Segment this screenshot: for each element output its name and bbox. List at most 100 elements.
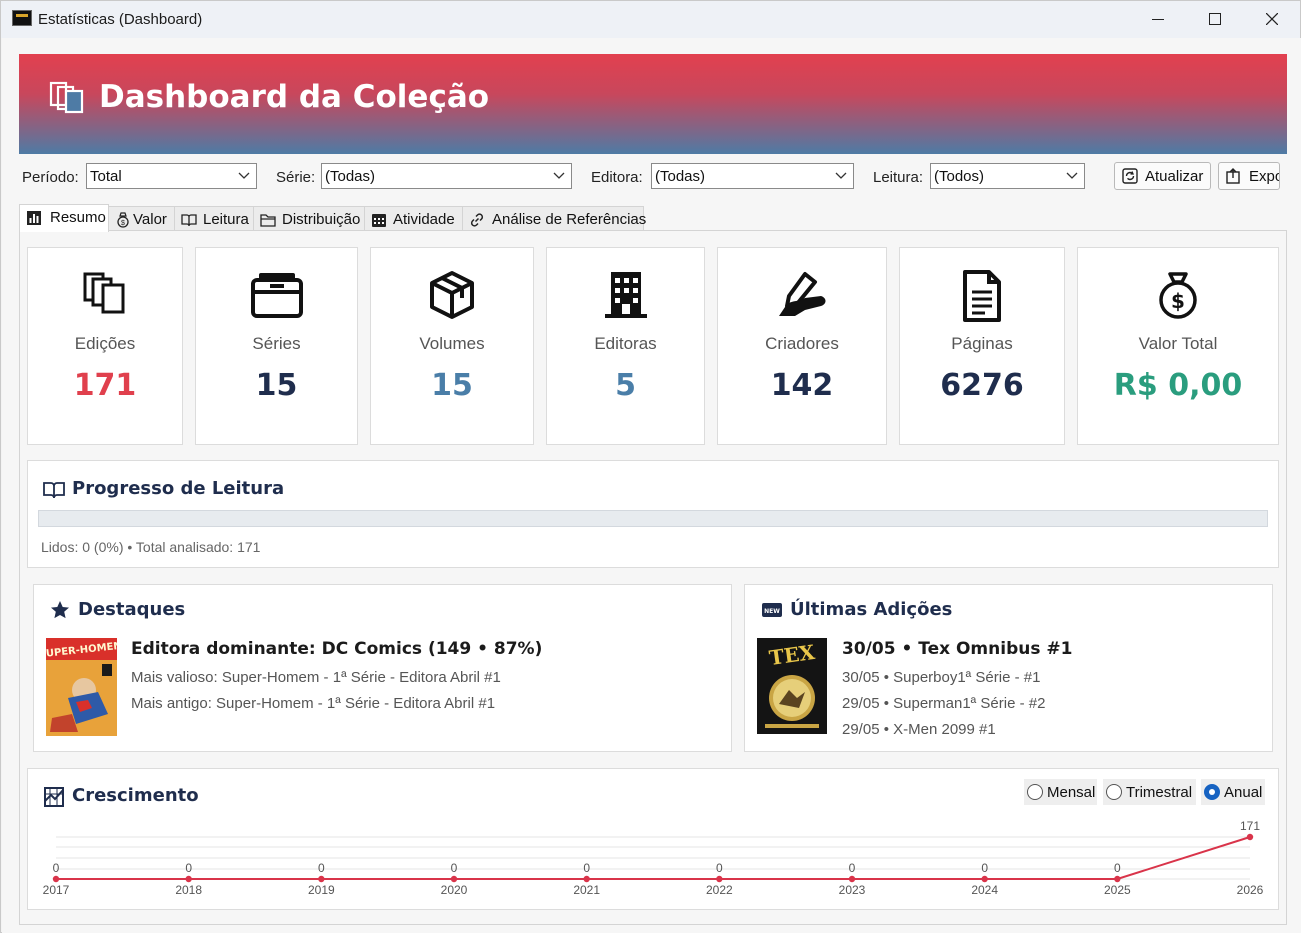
tex-cover-image: TEX <box>757 638 827 734</box>
chart-tick-label: 2017 <box>43 883 70 897</box>
chart-data-label: 0 <box>981 861 988 875</box>
stat-label: Edições <box>74 334 136 353</box>
link-icon <box>470 213 484 227</box>
chart-tick-label: 2020 <box>441 883 468 897</box>
reading-progress-card: Progresso de Leitura Lidos: 0 (0%) • Tot… <box>27 460 1279 568</box>
stat-card-paginas: Páginas 6276 <box>899 247 1065 445</box>
reading-progress-text: Lidos: 0 (0%) • Total analisado: 171 <box>41 539 261 555</box>
app-icon <box>12 10 32 26</box>
radio-label: Mensal <box>1047 784 1096 801</box>
stat-value: 171 <box>73 368 137 403</box>
money-bag-icon: $ <box>1159 272 1197 319</box>
stat-label: Páginas <box>951 334 1013 353</box>
pen-hand-icon <box>779 272 826 316</box>
highlight-line: Mais antigo: Super-Homem - 1ª Série - Ed… <box>131 695 496 712</box>
dashboard-banner: Dashboard da Coleção <box>19 54 1287 154</box>
publisher-label: Editora: <box>591 169 643 186</box>
period-select[interactable]: Total <box>86 163 257 189</box>
chart-point <box>981 875 988 883</box>
chart-point <box>450 875 458 883</box>
highlight-main-text: Editora dominante: DC Comics (149 • 87%) <box>131 639 543 659</box>
radio-trimestral[interactable]: Trimestral <box>1103 779 1196 805</box>
chart-point <box>848 875 856 883</box>
chart-tick-label: 2019 <box>308 883 335 897</box>
reading-label: Leitura: <box>873 169 924 186</box>
series-select[interactable]: (Todas) <box>321 163 572 189</box>
superhomem-cover-image: SUPER-HOMEM <box>46 638 117 736</box>
highlights-title: Destaques <box>78 599 186 620</box>
chart-data-label: 0 <box>1114 861 1121 875</box>
box-icon <box>430 271 474 319</box>
client-area: Dashboard da Coleção Período: Total Séri… <box>2 38 1301 933</box>
stat-value: R$ 0,00 <box>1113 368 1243 403</box>
stat-card-edicoes: Edições 171 <box>27 247 183 445</box>
period-label: Período: <box>22 169 79 186</box>
series-label: Série: <box>276 169 316 186</box>
folder-icon <box>260 214 276 227</box>
resumo-panel: Edições 171 Séries 15 Volumes 15 Editora… <box>19 230 1287 925</box>
highlights-card: Destaques SUPER-HOMEM Editora dominante:… <box>33 584 732 752</box>
close-button[interactable] <box>1243 1 1301 38</box>
stat-card-valor-total: $ Valor Total R$ 0,00 <box>1077 247 1279 445</box>
recent-additions-card: NEW Últimas Adições TEX 30/05 • Tex Omni… <box>744 584 1273 752</box>
tab-analise-referencias[interactable]: Análise de Referências <box>462 206 646 231</box>
new-badge-icon: NEW <box>762 603 782 617</box>
recent-item: 29/05 • X-Men 2099 #1 <box>842 721 996 738</box>
document-icon <box>963 270 1001 322</box>
chart-tick-label: 2021 <box>573 883 600 897</box>
reading-select[interactable]: (Todos) <box>930 163 1085 189</box>
stat-card-editoras: Editoras 5 <box>546 247 705 445</box>
stat-label: Séries <box>252 334 301 353</box>
tab-label: Resumo <box>50 209 106 226</box>
chart-tick-label: 2018 <box>175 883 202 897</box>
export-icon <box>1226 168 1240 184</box>
tab-label: Valor <box>133 211 167 228</box>
radio-anual[interactable]: Anual <box>1201 779 1265 805</box>
chart-point <box>185 875 192 883</box>
minimize-button[interactable] <box>1129 1 1187 38</box>
window-title: Estatísticas (Dashboard) <box>38 11 203 28</box>
chart-tick-label: 2024 <box>971 883 998 897</box>
chart-data-label: 0 <box>185 861 192 875</box>
series-value: (Todas) <box>325 168 376 185</box>
close-icon <box>1266 13 1278 25</box>
chart-point <box>716 875 723 883</box>
tab-resumo[interactable]: Resumo <box>19 204 109 232</box>
publisher-value: (Todas) <box>655 168 706 185</box>
chart-data-label: 0 <box>451 861 458 875</box>
reading-progress-title: Progresso de Leitura <box>72 478 285 499</box>
tab-label: Atividade <box>393 211 455 228</box>
stat-label: Valor Total <box>1138 334 1218 353</box>
highlight-line: Mais valioso: Super-Homem - 1ª Série - E… <box>131 669 501 686</box>
chevron-down-icon <box>835 172 847 179</box>
growth-chart-icon <box>44 787 64 807</box>
tab-distribuicao[interactable]: Distribuição <box>253 206 365 231</box>
tab-atividade[interactable]: Atividade <box>364 206 463 231</box>
period-value: Total <box>90 168 122 185</box>
book-icon <box>181 214 197 227</box>
chart-data-label: 0 <box>53 861 60 875</box>
tab-valor[interactable]: $ Valor <box>108 206 175 231</box>
tab-leitura[interactable]: Leitura <box>174 206 254 231</box>
publisher-select[interactable]: (Todas) <box>651 163 854 189</box>
recent-additions-title: Últimas Adições <box>790 599 953 620</box>
export-button[interactable]: Expo <box>1218 162 1280 190</box>
chart-point <box>318 875 325 883</box>
radio-dot <box>1204 784 1220 800</box>
reading-progress-bar <box>38 510 1268 527</box>
stat-value: 15 <box>255 368 298 403</box>
stat-card-criadores: Criadores 142 <box>717 247 887 445</box>
radio-dot <box>1027 784 1043 800</box>
stat-label: Volumes <box>419 334 485 353</box>
stat-card-series: Séries 15 <box>195 247 358 445</box>
dashboard-window: Estatísticas (Dashboard) Dashboard da Co… <box>0 0 1301 933</box>
radio-mensal[interactable]: Mensal <box>1024 779 1097 805</box>
refresh-button[interactable]: Atualizar <box>1114 162 1211 190</box>
chart-tick-label: 2023 <box>839 883 866 897</box>
maximize-button[interactable] <box>1186 1 1244 38</box>
chevron-down-icon <box>1066 172 1078 179</box>
stat-card-volumes: Volumes 15 <box>370 247 534 445</box>
calendar-icon <box>372 214 386 227</box>
svg-text:NEW: NEW <box>764 608 780 615</box>
chart-data-label: 0 <box>716 861 723 875</box>
